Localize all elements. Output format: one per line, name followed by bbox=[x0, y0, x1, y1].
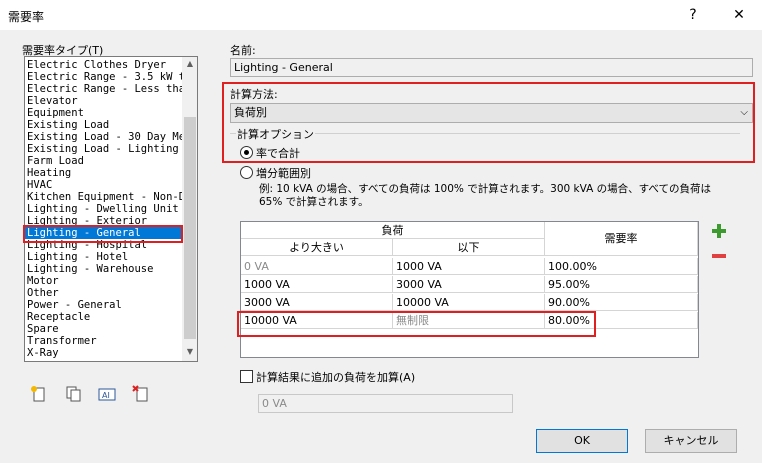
example-text: 例: 10 kVA の場合、すべての負荷は 100% で計算されます。300 k… bbox=[259, 183, 712, 208]
type-list-item[interactable]: HVAC bbox=[27, 179, 52, 191]
chevron-down-icon: ⌵ bbox=[740, 107, 748, 118]
type-list-item[interactable]: Existing Load - 30 Day Meter bbox=[27, 131, 197, 143]
type-list-item[interactable]: Receptacle bbox=[27, 311, 90, 323]
additional-load-input[interactable]: 0 VA bbox=[258, 394, 513, 413]
name-label: 名前: bbox=[230, 44, 256, 57]
header-load: 負荷 bbox=[241, 222, 545, 239]
selected-item-highlight bbox=[23, 225, 183, 243]
type-list-item[interactable]: Lighting - Hotel bbox=[27, 251, 128, 263]
type-list-item[interactable]: Motor bbox=[27, 275, 59, 287]
type-list-item[interactable]: Heating bbox=[27, 167, 71, 179]
row2-less[interactable]: 3000 VA bbox=[393, 276, 545, 293]
type-list-item[interactable]: Spare bbox=[27, 323, 59, 335]
cancel-button[interactable]: キャンセル bbox=[645, 429, 737, 453]
type-list-item[interactable]: Elevator bbox=[27, 95, 78, 107]
svg-text:AI: AI bbox=[102, 391, 110, 400]
delete-type-icon[interactable] bbox=[132, 385, 150, 403]
type-list-item[interactable]: Electric Range - Less than 3. bbox=[27, 83, 197, 95]
row1-less[interactable]: 1000 VA bbox=[393, 258, 545, 275]
minus-icon[interactable] bbox=[711, 248, 727, 264]
window-title: 需要率 bbox=[8, 10, 45, 24]
type-list-item[interactable]: Electric Range - 3.5 kW to 8.7 bbox=[27, 71, 197, 83]
duplicate-type-icon[interactable] bbox=[64, 385, 82, 403]
calc-method-value: 負荷別 bbox=[234, 106, 267, 119]
ok-button[interactable]: OK bbox=[536, 429, 628, 453]
scroll-down-icon[interactable]: ▼ bbox=[182, 347, 197, 356]
row3-less[interactable]: 10000 VA bbox=[393, 294, 545, 311]
calc-method-label: 計算方法: bbox=[230, 88, 278, 101]
type-list-item[interactable]: Lighting - Dwelling Unit bbox=[27, 203, 179, 215]
type-list-item[interactable]: Kitchen Equipment - Non-Dwe bbox=[27, 191, 197, 203]
row3-rate[interactable]: 90.00% bbox=[545, 294, 698, 311]
row2-greater[interactable]: 1000 VA bbox=[241, 276, 393, 293]
type-list-item[interactable]: Power - General bbox=[27, 299, 122, 311]
additional-load-label: 計算結果に追加の負荷を加算(A) bbox=[256, 371, 416, 384]
type-list-item[interactable]: X-Ray bbox=[27, 347, 59, 359]
header-rate: 需要率 bbox=[545, 222, 698, 256]
type-list-item[interactable]: Existing Load bbox=[27, 119, 109, 131]
scroll-up-icon[interactable]: ▲ bbox=[182, 59, 197, 68]
row1-rate[interactable]: 100.00% bbox=[545, 258, 698, 275]
radio-incremental[interactable] bbox=[240, 166, 253, 179]
scroll-thumb[interactable] bbox=[184, 117, 196, 339]
radio-rate-sum-label: 率で合計 bbox=[256, 147, 300, 160]
calc-options-label: 計算オプション bbox=[236, 126, 315, 142]
type-list-item[interactable]: Lighting - Warehouse bbox=[27, 263, 153, 275]
type-list-item[interactable]: Equipment bbox=[27, 107, 84, 119]
additional-load-checkbox[interactable] bbox=[240, 370, 253, 383]
last-row-highlight bbox=[237, 311, 596, 337]
type-list-item[interactable]: Existing Load - Lighting bbox=[27, 143, 179, 155]
header-less: 以下 bbox=[393, 239, 545, 256]
name-input[interactable]: Lighting - General bbox=[230, 58, 753, 77]
type-list-item[interactable]: Electric Clothes Dryer bbox=[27, 59, 166, 71]
close-button[interactable]: ✕ bbox=[716, 0, 762, 30]
radio-rate-sum[interactable] bbox=[240, 146, 253, 159]
row3-greater[interactable]: 3000 VA bbox=[241, 294, 393, 311]
row2-rate[interactable]: 95.00% bbox=[545, 276, 698, 293]
type-list-item[interactable]: Farm Load bbox=[27, 155, 84, 167]
load-table[interactable]: 負荷 より大きい 以下 需要率 0 VA 1000 VA 100.00% 100… bbox=[240, 221, 699, 358]
type-list[interactable]: Electric Clothes Dryer Electric Range - 3… bbox=[24, 56, 198, 362]
rename-type-icon[interactable]: AI bbox=[98, 385, 116, 403]
type-list-item[interactable]: Transformer bbox=[27, 335, 97, 347]
row1-greater[interactable]: 0 VA bbox=[241, 258, 393, 275]
help-button[interactable]: ? bbox=[670, 0, 716, 30]
new-type-icon[interactable] bbox=[30, 385, 48, 403]
title-bar bbox=[0, 0, 762, 30]
header-greater: より大きい bbox=[241, 239, 393, 256]
calc-method-select[interactable]: 負荷別 ⌵ bbox=[230, 103, 753, 123]
type-list-item[interactable]: Other bbox=[27, 287, 59, 299]
radio-incremental-label: 増分範囲別 bbox=[256, 167, 311, 180]
plus-icon[interactable] bbox=[711, 223, 727, 239]
